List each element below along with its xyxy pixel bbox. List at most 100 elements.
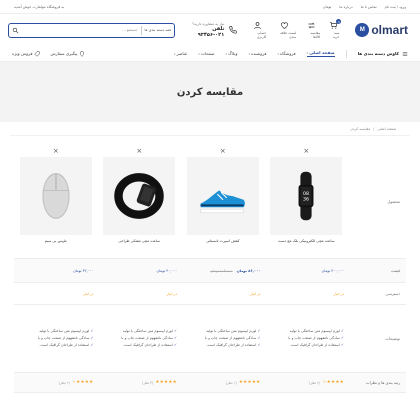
top-links: ورود / ثبت نام تماس با ما درباره ما توما…	[323, 5, 406, 9]
top-link-about[interactable]: درباره ما	[339, 5, 352, 9]
description-text: ✓ لورم ایپسوم متن ساختگی با تولید ✓ سادگی…	[288, 328, 344, 349]
top-link-login[interactable]: ورود / ثبت نام	[385, 5, 406, 9]
product-cell: × 08 36 ساعت مچی الکترونیکی بلک مچ دست	[265, 145, 349, 258]
check-icon: ✓	[172, 329, 177, 333]
review-count[interactable]: (۳ نظر)	[142, 381, 153, 385]
price-value: ۳۰۰,۰۰۰ تومان	[321, 268, 344, 273]
description-line: ✓ استفاده از طراحان گرافیک است.	[205, 342, 260, 349]
description-cell: ✓ لورم ایپسوم متن ساختگی با تولید ✓ سادگی…	[265, 305, 349, 372]
categories-label: کاوش دسته بندی ها	[357, 51, 399, 56]
logo-text: olmart	[371, 23, 408, 37]
description-line-text: سادگی نامفهوم از صنعت چاپ و با	[37, 336, 90, 340]
description-line-text: سادگی نامفهوم از صنعت چاپ و با	[204, 336, 257, 340]
compare-table: محصول × 08 36 ساعت مچی الکترونیکی بلک مچ دس…	[14, 145, 406, 393]
price-cells: ۳۰۰,۰۰۰ تومان ۸۶,۰۰۰ تومان ۱۰۲,۰۰۰ تومان ۴۰…	[14, 259, 348, 282]
product-image[interactable]	[103, 157, 176, 235]
nav-item-0[interactable]: صفحه اصلی ▾	[306, 50, 335, 57]
rating-cell: ★★★★☆ (۲ نظر)	[14, 373, 98, 392]
close-icon[interactable]: ×	[303, 145, 309, 157]
row-label-availability: دسترسی	[385, 291, 400, 296]
categories-button[interactable]: کاوش دسته بندی ها	[358, 51, 408, 57]
menu-icon	[402, 51, 408, 56]
top-link-contact[interactable]: تماس با ما	[361, 5, 377, 9]
pin-icon	[80, 50, 85, 57]
search-icon[interactable]	[12, 27, 19, 34]
search-divider	[140, 25, 142, 35]
availability-cell: در انبار	[14, 283, 98, 304]
description-cell: ✓ لورم ایپسوم متن ساختگی با تولید ✓ سادگی…	[181, 305, 265, 372]
currency-selector[interactable]: تومان	[323, 5, 332, 9]
product-image[interactable]: 08 36	[270, 157, 343, 235]
product-image[interactable]	[19, 157, 92, 235]
nav-item-3[interactable]: وبلاگ ▾	[226, 50, 238, 57]
description-line-text: استفاده از طراحان گرافیک است.	[39, 343, 90, 347]
check-icon: ✓	[89, 329, 94, 333]
svg-text:08: 08	[303, 191, 309, 197]
description-line-text: لورم ایپسوم متن ساختگی با تولید	[206, 329, 257, 333]
review-count[interactable]: (۱ نظر)	[226, 381, 237, 385]
rating-cells: ★★★★☆ (۲ نظر) ★★★★★ (۱ نظر) ★★★★★ (۳ نظر) ★★★★…	[14, 373, 348, 392]
mouse-image	[42, 173, 70, 219]
description-text: ✓ لورم ایپسوم متن ساختگی با تولید ✓ سادگی…	[38, 328, 94, 349]
product-cell: × کفش اسپرت تابستانی	[181, 145, 265, 258]
deals-link[interactable]: فروش ویژه	[12, 51, 40, 57]
user-shortcut[interactable]: حساب کاربری	[248, 21, 266, 39]
check-icon: ✓	[172, 343, 177, 347]
close-icon[interactable]: ×	[136, 145, 142, 157]
description-line: ✓ سادگی نامفهوم از صنعت چاپ و با	[288, 335, 344, 342]
search-bar: همه دسته بندی ها جستجو ...	[8, 22, 176, 38]
availability-cell: در انبار	[265, 283, 349, 304]
product-image[interactable]	[186, 157, 259, 235]
star-rating: ★★★★☆	[322, 380, 344, 385]
nav-item-5[interactable]: عناصر ▾	[174, 50, 187, 57]
deals-label: فروش ویژه	[12, 51, 33, 56]
price-sale: ۸۶,۰۰۰ تومان	[236, 268, 261, 273]
smart-watch-image	[114, 173, 164, 219]
close-icon[interactable]: ×	[220, 145, 226, 157]
heart-shortcut[interactable]: لیست علاقه مندی	[273, 21, 296, 39]
product-name[interactable]: ماوس بی سیم	[45, 239, 67, 243]
rating-cell: ★★★★★ (۳ نظر)	[98, 373, 182, 392]
logo[interactable]: M olmart	[355, 23, 408, 37]
price-cell: ۳۲,۰۰۰ تومان	[14, 259, 98, 282]
header: 0 سبد خرید مقایسه کالاها لیست علاقه مندی حسا…	[0, 14, 420, 46]
track-order-link[interactable]: پیگیری سفارش	[50, 50, 85, 57]
phone-number[interactable]: تلفن ۰۲۱-۹۳۴۵۶	[185, 26, 225, 38]
nav-items: صفحه اصلی ▾ فروشگاه ▾ فروشنده ▾ وبلاگ ▾ صفحات ▾ عن…	[174, 50, 335, 57]
description-line: ✓ استفاده از طراحان گرافیک است.	[288, 342, 344, 349]
cart-shortcut[interactable]: 0 سبد خرید	[327, 19, 342, 39]
review-count[interactable]: (۲ نظر)	[59, 381, 70, 385]
description-line: ✓ لورم ایپسوم متن ساختگی با تولید	[121, 328, 177, 335]
nav-item-1[interactable]: فروشگاه ▾	[278, 50, 296, 57]
availability-status: در انبار	[333, 291, 344, 296]
nav-item-label: فروشنده	[251, 51, 267, 56]
search-input[interactable]: جستجو ...	[22, 28, 137, 32]
row-label-rating: رتبه بندی ها و نظرات	[366, 380, 400, 385]
description-line-text: لورم ایپسوم متن ساختگی با تولید	[39, 329, 90, 333]
description-line: ✓ استفاده از طراحان گرافیک است.	[38, 342, 93, 349]
search-category-select[interactable]: همه دسته بندی ها	[145, 28, 172, 32]
check-icon: ✓	[339, 329, 344, 333]
compare-shortcut[interactable]: مقایسه کالاها	[303, 21, 320, 39]
product-cell: × ساعت مچی مشکی طراحی	[98, 145, 182, 258]
product-name[interactable]: ساعت مچی مشکی طراحی	[118, 239, 160, 243]
description-line: ✓ سادگی نامفهوم از صنعت چاپ و با	[121, 335, 177, 342]
breadcrumb-home[interactable]: صفحه اصلی	[378, 127, 397, 131]
price-cell: ۴۰,۰۰۰ تومان	[98, 259, 182, 282]
review-count[interactable]: (۲ نظر)	[309, 381, 320, 385]
check-icon: ✓	[339, 343, 344, 347]
user-icon	[253, 22, 261, 30]
nav-item-4[interactable]: صفحات ▾	[198, 50, 214, 57]
product-name[interactable]: کفش اسپرت تابستانی	[206, 239, 239, 243]
nav-item-label: صفحات	[200, 51, 215, 56]
heart-label: لیست علاقه مندی	[280, 31, 297, 39]
nav-item-label: عناصر	[176, 51, 188, 56]
tag-icon	[34, 51, 40, 57]
close-icon[interactable]: ×	[53, 145, 59, 157]
nav-item-2[interactable]: فروشنده ▾	[249, 50, 267, 57]
product-name[interactable]: ساعت مچی الکترونیکی بلک مچ دست	[278, 239, 334, 243]
nav-item-label: وبلاگ	[228, 51, 238, 56]
top-bar: ورود / ثبت نام تماس با ما درباره ما توما…	[0, 0, 420, 14]
availability-cell: در انبار	[181, 283, 265, 304]
page-banner: مقایسه کردن	[0, 62, 420, 122]
